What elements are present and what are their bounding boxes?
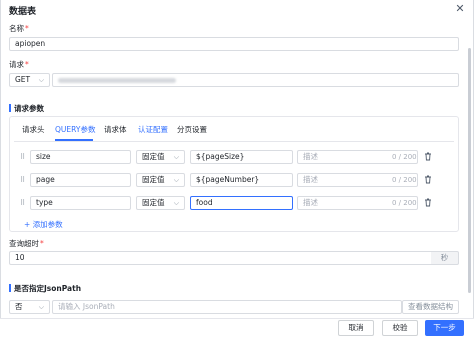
chevron-down-icon: ⌵ <box>173 199 179 207</box>
param-value-input[interactable]: food <box>190 196 293 210</box>
view-structure-link[interactable]: 查看数据结构 <box>402 300 459 314</box>
url-input[interactable] <box>52 73 459 87</box>
jsonpath-select[interactable]: 否 ⌵ <box>9 300 50 314</box>
param-key-input[interactable]: type <box>30 196 131 210</box>
close-icon[interactable]: ✕ <box>454 3 466 15</box>
param-value-input[interactable]: ${pageSize} <box>190 150 293 164</box>
chevron-down-icon: ⌵ <box>173 153 179 161</box>
request-label: 请求* <box>9 60 29 69</box>
chevron-down-icon: ⌵ <box>38 76 44 84</box>
jsonpath-input[interactable]: 请输入 JsonPath <box>52 300 402 314</box>
tabs-divider <box>14 141 454 142</box>
jsonpath-section-title: 是否指定JsonPath <box>9 283 81 294</box>
timeout-label: 查询超时* <box>9 239 44 248</box>
param-key-input[interactable]: page <box>30 173 131 187</box>
method-select[interactable]: GET ⌵ <box>9 73 50 87</box>
timeout-unit: 秒 <box>431 251 459 265</box>
tab-query-params[interactable]: QUERY参数 <box>55 124 95 135</box>
scrollbar[interactable] <box>468 48 471 293</box>
cancel-button[interactable]: 取消 <box>338 320 374 336</box>
next-button[interactable]: 下一步 <box>425 320 464 336</box>
chevron-down-icon: ⌵ <box>173 176 179 184</box>
validate-button[interactable]: 校验 <box>382 320 418 336</box>
param-type-select[interactable]: 固定值 ⌵ <box>136 196 185 210</box>
char-counter: 0 / 200 <box>392 153 417 161</box>
drag-handle-icon[interactable]: ⠿ <box>20 153 26 161</box>
dialog-title: 数据表 <box>9 7 37 17</box>
drag-handle-icon[interactable]: ⠿ <box>20 199 26 207</box>
chevron-down-icon: ⌵ <box>38 303 44 311</box>
trash-icon[interactable] <box>423 197 433 207</box>
dialog-header: 数据表 ✕ <box>0 0 474 20</box>
trash-icon[interactable] <box>423 151 433 161</box>
param-value-input[interactable]: ${pageNumber} <box>190 173 293 187</box>
param-type-select[interactable]: 固定值 ⌵ <box>136 173 185 187</box>
tab-body[interactable]: 请求体 <box>104 124 127 135</box>
drag-handle-icon[interactable]: ⠿ <box>20 176 26 184</box>
name-label: 名称* <box>9 24 29 33</box>
char-counter: 0 / 200 <box>392 199 417 207</box>
request-params-title: 请求参数 <box>9 103 44 114</box>
param-type-select[interactable]: 固定值 ⌵ <box>136 150 185 164</box>
add-param-button[interactable]: + 添加参数 <box>24 219 63 230</box>
char-counter: 0 / 200 <box>392 176 417 184</box>
tab-auth[interactable]: 认证配置 <box>138 124 168 135</box>
param-key-input[interactable]: size <box>30 150 131 164</box>
url-redacted <box>58 78 176 83</box>
timeout-input[interactable]: 10 <box>9 251 432 265</box>
trash-icon[interactable] <box>423 174 433 184</box>
plus-icon: + <box>24 220 31 229</box>
tab-headers[interactable]: 请求头 <box>22 124 45 135</box>
tab-pagination[interactable]: 分页设置 <box>177 124 207 135</box>
name-input[interactable]: apiopen <box>9 37 459 51</box>
